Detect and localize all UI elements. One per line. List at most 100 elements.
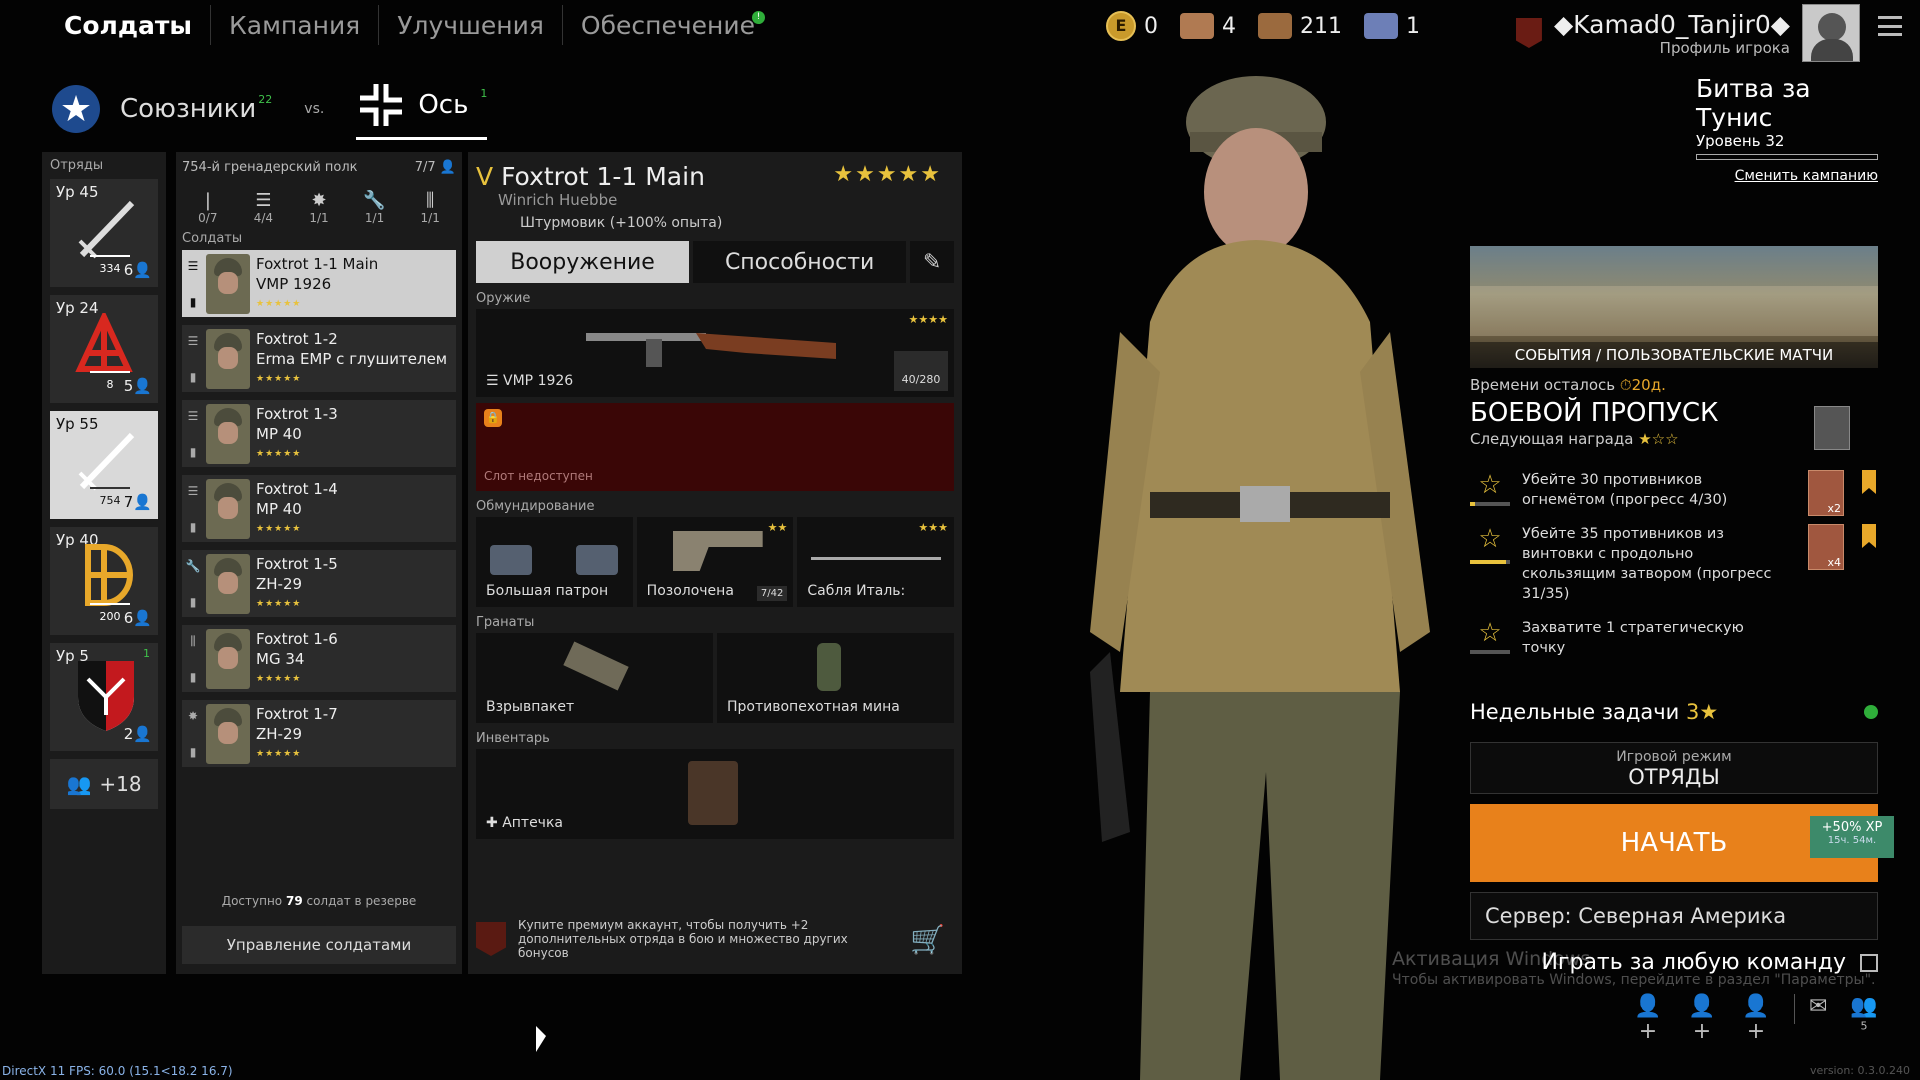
add-friend-icon[interactable]: 👤+: [1632, 994, 1664, 1044]
tab-supply[interactable]: Обеспечение!: [561, 5, 773, 45]
allies-count: 22: [258, 92, 273, 106]
role-slot[interactable]: ✸ 1/1: [294, 190, 344, 225]
soldier-portrait: [206, 553, 250, 614]
gold-currency[interactable]: E0: [1106, 11, 1158, 41]
soldier-name: Foxtrot 1-3: [256, 404, 338, 423]
change-campaign-link[interactable]: Сменить кампанию: [1696, 168, 1878, 184]
friends-icon[interactable]: 👥5: [1848, 994, 1880, 1033]
game-mode-selector[interactable]: Игровой режим ОТРЯДЫ: [1470, 742, 1878, 794]
silver-order-icon: [1364, 13, 1398, 39]
task-star-icon: ☆: [1478, 524, 1502, 554]
smg-weapon-icon: [586, 333, 836, 367]
campaign-progress-bar: [1696, 154, 1878, 160]
soldier-portrait: [206, 403, 250, 464]
class-icon: ☰: [187, 258, 199, 273]
soldier-row[interactable]: ☰ ▮ Foxtrot 1-2 Erma EMP с глушителем ★★★★★: [182, 325, 456, 392]
squads-group-icon: 👥: [66, 772, 92, 796]
allies-star-icon[interactable]: ★: [52, 85, 100, 133]
campaign-info: Битва за Тунис Уровень 32 Сменить кампан…: [1696, 74, 1878, 184]
squad-card[interactable]: Ур 45 334 6👤: [50, 179, 158, 287]
silver-orders[interactable]: 1: [1364, 13, 1420, 39]
role-slot[interactable]: 🔧 1/1: [350, 190, 400, 225]
task-reward-icon[interactable]: x4: [1808, 524, 1844, 570]
soldier-fullname: Winrich Huebbe: [498, 191, 618, 209]
role-slot[interactable]: ❘ 0/7: [183, 190, 233, 225]
reserve-info: Доступно 79 солдат в резерве: [221, 894, 417, 908]
add-friend-icon[interactable]: 👤+: [1686, 994, 1718, 1044]
soldier-orders[interactable]: 211: [1258, 13, 1342, 39]
soldier-row[interactable]: 🔧 ▮ Foxtrot 1-5 ZH-29 ★★★★★: [182, 550, 456, 617]
any-team-toggle[interactable]: Играть за любую команду: [1541, 950, 1878, 975]
squad-size: 2👤: [123, 725, 152, 743]
gear-slot[interactable]: ★★★ Сабля Италь:: [797, 517, 955, 607]
avatar[interactable]: [1802, 4, 1860, 62]
weapon-orders[interactable]: 4: [1180, 13, 1236, 39]
campaign-title: Битва за Тунис: [1696, 74, 1811, 132]
soldier-name: Foxtrot 1-4: [256, 479, 338, 498]
version-label: version: 0.3.0.240: [1810, 1064, 1910, 1077]
soldier-row[interactable]: ✸ ▮ Foxtrot 1-7 ZH-29 ★★★★★: [182, 700, 456, 767]
ammo-count: 40/280: [894, 351, 948, 391]
explosion-icon: ✸: [187, 708, 199, 723]
edit-pencil-icon[interactable]: ✎: [910, 241, 954, 283]
squad-card-selected[interactable]: Ур 55 754 7👤: [50, 411, 158, 519]
soldier-name: Foxtrot 1-1 Main: [256, 254, 379, 273]
satchel-charge-icon: [563, 641, 629, 691]
gold-coin-icon: E: [1106, 11, 1136, 41]
checkbox[interactable]: [1860, 953, 1878, 972]
add-friend-icon[interactable]: 👤+: [1740, 994, 1772, 1044]
shield-emblem-icon: [78, 661, 134, 731]
battle-pass-reward-icon[interactable]: [1814, 406, 1850, 450]
soldier-order-icon: [1258, 13, 1292, 39]
gear-slot[interactable]: ★★ 7/42 Позолочена: [636, 517, 794, 607]
grenade-slot[interactable]: Противопехотная мина: [717, 633, 954, 723]
supply-notification-badge: !: [751, 11, 765, 24]
player-profile[interactable]: ◆Kamad0_Tanjir0◆ Профиль игрока: [1515, 4, 1860, 62]
mail-icon[interactable]: ✉: [1794, 994, 1827, 1024]
soldier-row[interactable]: ☰ ▮ Foxtrot 1-4 MP 40 ★★★★★: [182, 475, 456, 542]
pistol-icon: [672, 531, 763, 571]
wrench-icon: 🔧: [363, 190, 386, 211]
tab-upgrades[interactable]: Улучшения: [378, 5, 562, 45]
premium-promo[interactable]: Купите премиум аккаунт, чтобы получить +…: [476, 914, 954, 964]
inventory-slot[interactable]: ✚ Аптечка: [476, 749, 954, 839]
soldier-row[interactable]: ☰ ▮ Foxtrot 1-3 MP 40 ★★★★★: [182, 400, 456, 467]
ammo-pouch-icon: [576, 545, 618, 575]
menu-icon[interactable]: [1878, 16, 1902, 36]
events-banner[interactable]: СОБЫТИЯ / ПОЛЬЗОВАТЕЛЬСКИЕ МАТЧИ: [1470, 246, 1878, 368]
squads-header: Отряды: [50, 158, 104, 173]
grenade-slot[interactable]: Взрывпакет: [476, 633, 713, 723]
soldier-portrait: [206, 478, 250, 539]
more-squads-button[interactable]: 👥 +18: [50, 759, 158, 809]
squad-card[interactable]: Ур 5 1 2👤: [50, 643, 158, 751]
task-reward-icon[interactable]: x2: [1808, 470, 1844, 516]
task-progress: [1470, 560, 1510, 564]
allies-label[interactable]: Союзники: [120, 94, 256, 124]
lock-icon: 🔒: [484, 409, 502, 427]
role-slot[interactable]: ☰ 4/4: [238, 190, 288, 225]
flame-emblem-icon: [85, 544, 133, 606]
wrench-icon: 🔧: [185, 558, 201, 573]
tab-abilities[interactable]: Способности: [693, 241, 907, 283]
server-selector[interactable]: Сервер: Северная Америка: [1470, 892, 1878, 940]
squad-card[interactable]: Ур 24 8 5👤: [50, 295, 158, 403]
role-slot[interactable]: ⫼ 1/1: [405, 190, 455, 225]
manage-soldiers-button[interactable]: Управление солдатами: [182, 926, 456, 964]
primary-weapon-slot[interactable]: ★★★★ ☰ VMP 1926 40/280: [476, 309, 954, 397]
social-bar: 👤+ 👤+ 👤+ ✉ 👥5: [1632, 994, 1880, 1044]
currency-bar: E0 4 211 1: [1106, 8, 1420, 44]
tab-weapons[interactable]: Вооружение: [476, 241, 690, 283]
tab-campaign[interactable]: Кампания: [210, 5, 378, 45]
soldier-portrait: [206, 253, 250, 314]
squad-badge: 1: [143, 647, 150, 660]
weekly-tasks[interactable]: Недельные задачи 3★: [1470, 700, 1878, 724]
gear-slot[interactable]: Большая патрон: [476, 517, 633, 607]
axis-tab[interactable]: Ось 1: [356, 78, 488, 140]
soldier-row-selected[interactable]: ☰ ▮ Foxtrot 1-1 Main VMP 1926 ★★★★★: [182, 250, 456, 317]
soldier-detail-panel: V Foxtrot 1-1 Main ★★★★★ Winrich Huebbe …: [468, 152, 962, 974]
soldier-row[interactable]: ⫼ ▮ Foxtrot 1-6 MG 34 ★★★★★: [182, 625, 456, 692]
squad-card[interactable]: Ур 40 200 6👤: [50, 527, 158, 635]
cart-icon[interactable]: 🛒: [910, 923, 945, 956]
tab-soldiers[interactable]: Солдаты: [50, 5, 210, 45]
inventory-item-name: ✚ Аптечка: [486, 815, 563, 831]
